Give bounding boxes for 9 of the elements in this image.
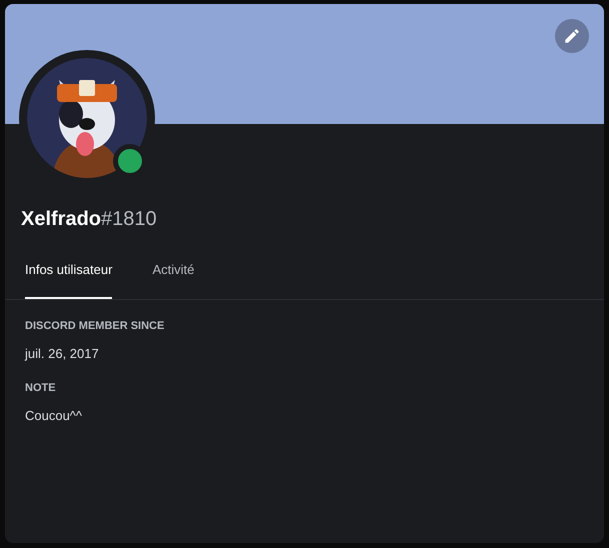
tab[interactable]: Infos utilisateur (25, 260, 112, 298)
tab[interactable]: Activité (152, 260, 194, 298)
section-text: Coucou^^ (25, 407, 82, 425)
section-text: juil. 26, 2017 (25, 345, 99, 363)
section-heading: DISCORD MEMBER SINCE (25, 318, 164, 334)
pencil-icon (563, 27, 581, 45)
edit-button[interactable] (555, 19, 589, 53)
username: Xelfrado#1810 (21, 207, 158, 232)
section-heading: NOTE (25, 380, 56, 396)
